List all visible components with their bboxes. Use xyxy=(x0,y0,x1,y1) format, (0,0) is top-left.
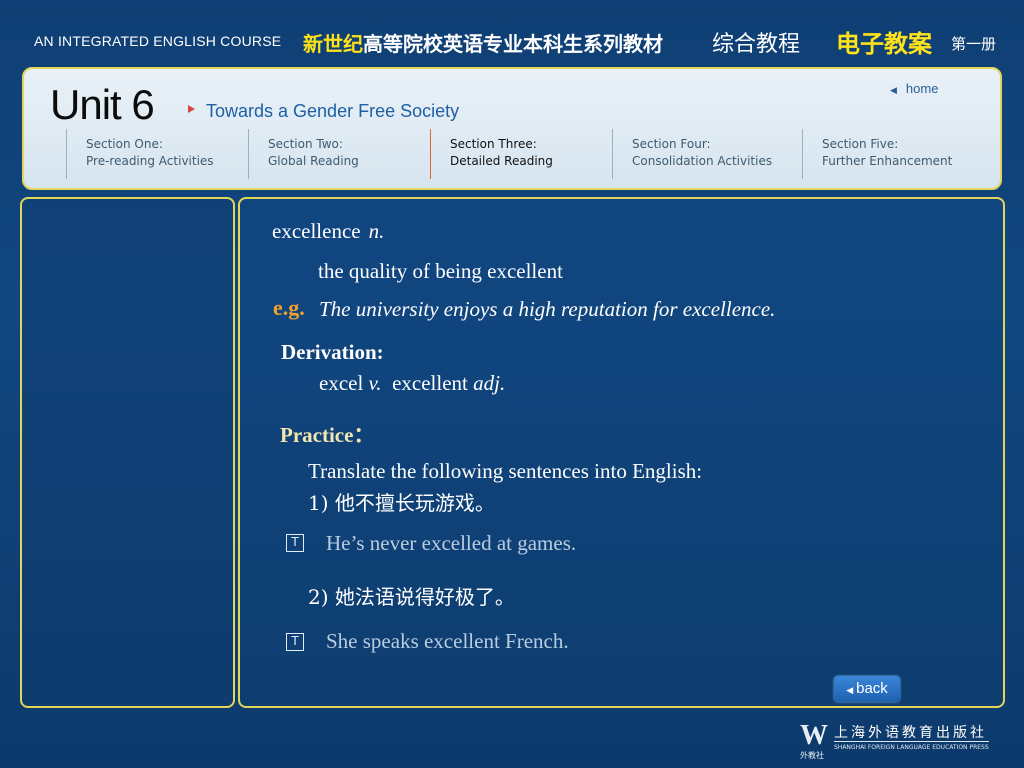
deriv-word1: excel xyxy=(319,371,364,395)
section-one-link[interactable]: Section One: Pre-reading Activities xyxy=(66,129,248,179)
answer-1-toggle-icon[interactable]: T xyxy=(286,534,304,552)
answer-2: She speaks excellent French. xyxy=(326,629,569,653)
section-two-name: Global Reading xyxy=(268,154,359,168)
publisher-name-cn: 上海外语教育出版社 xyxy=(834,725,987,741)
series-highlight: 新世纪 xyxy=(303,32,363,56)
section-three-link[interactable]: Section Three: Detailed Reading xyxy=(430,129,612,179)
section-four-title: Section Four: xyxy=(632,137,711,151)
question-1: 1) 他不擅长玩游戏。 xyxy=(308,491,495,515)
practice-instruction: Translate the following sentences into E… xyxy=(308,459,703,483)
section-three-name: Detailed Reading xyxy=(450,154,553,168)
deriv-pos1: v. xyxy=(368,371,382,395)
word-text: excellence xyxy=(272,219,361,243)
vocab-word: excellence n. xyxy=(272,219,384,244)
volume-label: 第一册 xyxy=(951,35,997,53)
ecase-title: 电子教案 xyxy=(836,30,932,58)
publisher-logo: W 外教社 上海外语教育出版社 SHANGHAI FOREIGN LANGUAG… xyxy=(800,720,1000,760)
derivation-heading: Derivation: xyxy=(281,340,384,364)
answer-1: He’s never excelled at games. xyxy=(326,531,577,555)
section-four-name: Consolidation Activities xyxy=(632,154,773,168)
home-arrow-icon: ◀ xyxy=(890,85,897,95)
publisher-name-en: SHANGHAI FOREIGN LANGUAGE EDUCATION PRES… xyxy=(834,741,989,751)
word-definition: the quality of being excellent xyxy=(318,259,563,283)
derivation-line: excel v. excellent adj. xyxy=(319,371,505,396)
example-sentence: The university enjoys a high reputation … xyxy=(319,297,776,321)
section-five-title: Section Five: xyxy=(822,137,899,151)
practice-heading: Practice： xyxy=(280,423,375,447)
deriv-word2: excellent xyxy=(392,371,468,395)
section-five-name: Further Enhancement xyxy=(822,154,953,168)
word-pos: n. xyxy=(368,219,385,243)
section-five-link[interactable]: Section Five: Further Enhancement xyxy=(802,129,986,179)
publisher-logo-sub: 外教社 xyxy=(800,751,824,760)
subtitle-arrow-icon xyxy=(188,105,195,113)
top-banner: AN INTEGRATED ENGLISH COURSE 新世纪高等院校英语专业… xyxy=(0,0,1024,66)
back-button[interactable]: ◀ back xyxy=(834,676,900,702)
section-one-title: Section One: xyxy=(86,137,163,151)
series-rest: 高等院校英语专业本科生系列教材 xyxy=(363,32,663,56)
answer-2-toggle-icon[interactable]: T xyxy=(286,633,304,651)
home-label: home xyxy=(905,81,939,96)
deriv-pos2: adj. xyxy=(473,371,506,395)
home-link[interactable]: ◀ home xyxy=(890,81,938,96)
publisher-w-icon: W xyxy=(800,720,828,751)
section-three-title: Section Three: xyxy=(450,137,537,151)
section-two-link[interactable]: Section Two: Global Reading xyxy=(248,129,430,179)
course-title-en: AN INTEGRATED ENGLISH COURSE xyxy=(34,33,282,49)
back-arrow-icon: ◀ xyxy=(846,685,854,695)
section-nav: Section One: Pre-reading Activities Sect… xyxy=(66,129,986,181)
back-label: back xyxy=(856,680,888,697)
question-2: 2) 她法语说得好极了。 xyxy=(308,585,515,609)
section-one-name: Pre-reading Activities xyxy=(86,154,214,168)
section-four-link[interactable]: Section Four: Consolidation Activities xyxy=(612,129,802,179)
series-title-cn: 新世纪高等院校英语专业本科生系列教材 xyxy=(303,28,663,57)
unit-subtitle: Towards a Gender Free Society xyxy=(206,101,460,121)
unit-header: Unit 6 Towards a Gender Free Society ◀ ho… xyxy=(22,67,1002,190)
unit-title: Unit 6 xyxy=(50,81,155,128)
section-two-title: Section Two: xyxy=(268,137,343,151)
textbook-title: 综合教程 xyxy=(712,32,801,57)
eg-label: e.g. xyxy=(273,295,305,320)
left-panel xyxy=(20,197,235,708)
